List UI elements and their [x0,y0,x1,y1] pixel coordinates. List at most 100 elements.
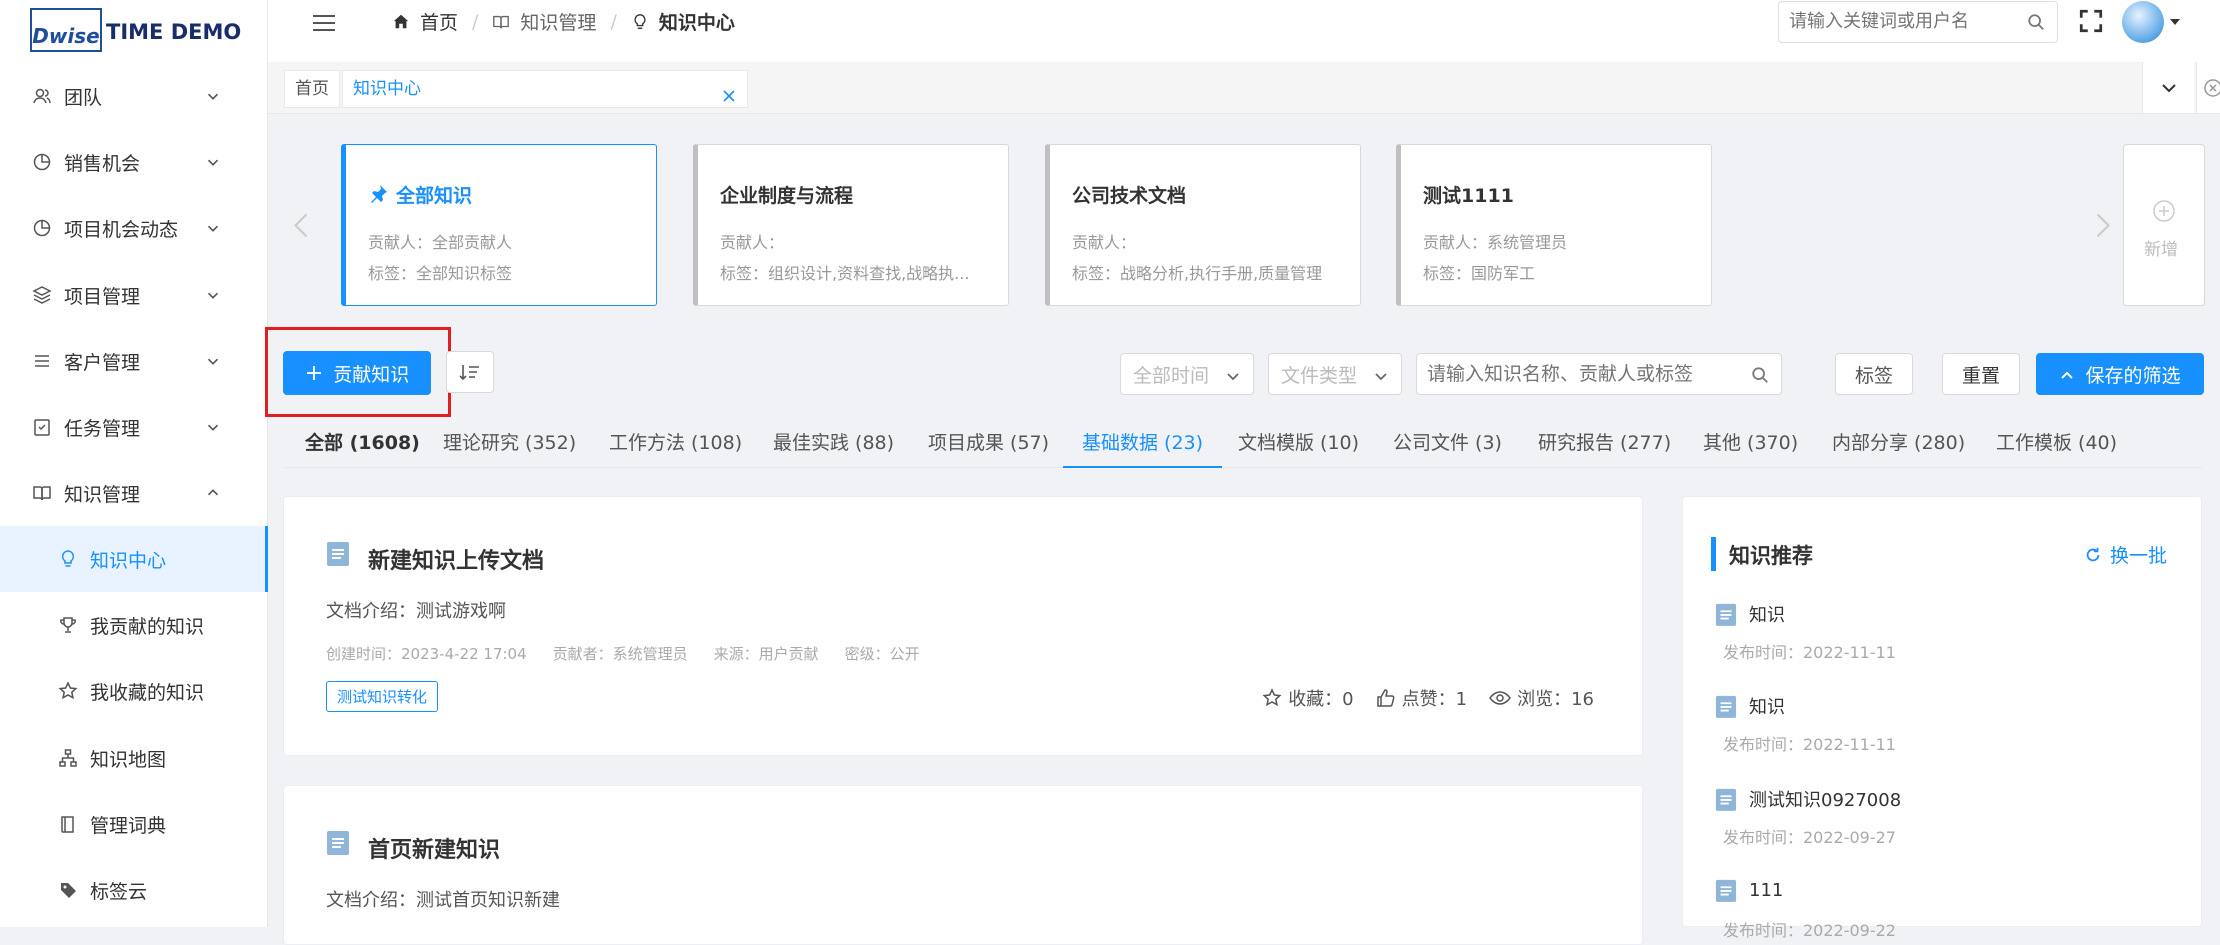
chevron-down-icon [204,87,222,105]
sidebar-item-label: 我收藏的知识 [90,681,205,704]
tab-home[interactable]: 首页 [284,70,340,108]
recommend-date: 发布时间：2022-11-11 [1723,643,1896,662]
time-filter-select[interactable]: 全部时间 [1120,353,1254,395]
knowledge-search[interactable] [1416,353,1782,395]
file-type-select[interactable]: 文件类型 [1268,353,1402,395]
sidebar-item-project-opportunity[interactable]: 项目机会动态 [0,195,268,261]
sidebar-item-knowledge[interactable]: 知识管理 [0,460,268,526]
card-contributor: 贡献人： [1072,233,1137,252]
reset-button[interactable]: 重置 [1942,353,2020,395]
carousel-prev-icon[interactable] [290,210,312,238]
sidebar-item-team[interactable]: 团队 [0,63,268,129]
global-search-input[interactable] [1789,2,2009,40]
card-title: 全部知识 [396,185,473,207]
team-icon [32,86,52,106]
knowledge-item[interactable]: 首页新建知识 文档介绍：测试首页知识新建 [283,785,1643,945]
doc-title[interactable]: 新建知识上传文档 [368,543,544,575]
sidebar-item-customer[interactable]: 客户管理 [0,328,268,394]
knowledge-search-input[interactable] [1427,355,1747,393]
saved-filters-button[interactable]: 保存的筛选 [2036,353,2204,395]
sidebar-item-project-management[interactable]: 项目管理 [0,262,268,328]
sidebar-item-knowledge-map[interactable]: 知识地图 [0,725,268,791]
sidebar-item-label: 知识管理 [64,483,141,506]
add-card-label: 新增 [2144,240,2178,260]
document-icon [326,541,350,567]
sidebar-item-tag-cloud[interactable]: 标签云 [0,857,268,923]
search-icon[interactable] [2027,13,2045,31]
like-icon[interactable] [1376,688,1396,708]
book-icon [492,13,510,31]
global-search[interactable] [1778,1,2058,43]
doc-contributor: 贡献者：系统管理员 [552,645,688,663]
recommend-title-text: 测试知识0927008 [1749,790,1902,811]
menu-toggle-icon[interactable] [310,9,338,37]
tab-results[interactable]: 项目成果 (57) [928,418,1049,468]
layers-icon [32,285,52,305]
tabs-close-all[interactable] [2196,62,2220,113]
knowledge-item[interactable]: 新建知识上传文档 文档介绍：测试游戏啊 创建时间：2023-4-22 17:04… [283,496,1643,756]
sidebar-item-label: 管理词典 [90,814,167,837]
chevron-up-icon [204,484,222,502]
doc-tag[interactable]: 测试知识转化 [326,681,439,712]
sidebar-item-label: 知识地图 [90,748,167,771]
sidebar-item-task[interactable]: 任务管理 [0,394,268,460]
tab-best-practice[interactable]: 最佳实践 (88) [773,418,894,468]
sidebar-item-sales[interactable]: 销售机会 [0,129,268,195]
knowledge-recommend-panel: 知识推荐 换一批 知识 发布时间：2022-11-11 知识 发布时间：2022… [1682,496,2202,940]
sidebar-item-label: 项目管理 [64,285,141,308]
contribute-label: 贡献知识 [333,363,410,386]
tab-basic-data[interactable]: 基础数据 (23) [1063,418,1223,468]
card-tags: 标签：国防军工 [1423,264,1536,283]
tab-method[interactable]: 工作方法 (108) [609,418,742,468]
sidebar-item-knowledge-center[interactable]: 知识中心 [0,526,268,592]
recommend-date: 发布时间：2022-09-27 [1723,828,1896,847]
tab-other[interactable]: 其他 (370) [1703,418,1798,468]
refresh-button[interactable]: 换一批 [2084,541,2167,568]
category-card[interactable]: 公司技术文档 贡献人： 标签：战略分析,执行手册,质量管理 [1045,144,1361,306]
star-icon[interactable] [1262,688,1282,708]
chevron-down-icon [1373,367,1389,383]
chevron-down-icon [2159,78,2179,98]
sort-icon [459,362,481,382]
tab-knowledge-center[interactable]: 知识中心 [342,70,748,108]
tab-all[interactable]: 全部 (1608) [305,418,420,468]
category-card[interactable]: 企业制度与流程 贡献人： 标签：组织设计,资料查找,战略执... [693,144,1009,306]
doc-title[interactable]: 首页新建知识 [368,832,500,864]
sidebar-item-my-contributions[interactable]: 我贡献的知识 [0,592,268,658]
sort-button[interactable] [446,351,494,393]
tab-doc-templates[interactable]: 文档模版 (10) [1238,418,1359,468]
pie-chart-icon [32,152,52,172]
sidebar-item-label: 我贡献的知识 [90,615,205,638]
card-tags: 标签：战略分析,执行手册,质量管理 [1072,264,1323,283]
category-card[interactable]: 全部知识 贡献人：全部贡献人 标签：全部知识标签 [341,144,657,306]
card-tags: 标签：组织设计,资料查找,战略执... [720,264,970,283]
carousel-next-icon[interactable] [2092,210,2114,238]
add-category-card[interactable]: 新增 [2123,144,2205,306]
breadcrumb-knowledge-management[interactable]: 知识管理 [520,8,596,35]
search-icon[interactable] [1751,366,1769,384]
sidebar-item-my-favorites[interactable]: 我收藏的知识 [0,658,268,724]
tab-research-reports[interactable]: 研究报告 (277) [1538,418,1671,468]
fullscreen-icon[interactable] [2078,8,2104,34]
breadcrumb-home[interactable]: 首页 [420,8,458,35]
caret-down-icon[interactable] [2168,14,2182,28]
tabs-dropdown[interactable] [2142,62,2194,113]
sidebar-item-dictionary[interactable]: 管理词典 [0,791,268,857]
recommend-title: 知识推荐 [1729,544,1813,568]
tab-company-files[interactable]: 公司文件 (3) [1393,418,1502,468]
sidebar-item-label: 团队 [64,86,103,109]
tab-internal-share[interactable]: 内部分享 (280) [1832,418,1965,468]
tab-work-templates[interactable]: 工作模板 (40) [1996,418,2117,468]
tab-theory[interactable]: 理论研究 (352) [443,418,576,468]
category-card[interactable]: 测试1111 贡献人：系统管理员 标签：国防军工 [1396,144,1712,306]
sidebar-item-label: 标签云 [90,880,148,903]
tag-button[interactable]: 标签 [1835,353,1913,395]
recommend-date: 发布时间：2022-11-11 [1723,735,1896,754]
breadcrumb: 首页 / 知识管理 / 知识中心 [392,8,735,35]
doc-source: 来源：用户贡献 [713,645,819,663]
book-icon [32,483,52,503]
sitemap-icon [58,748,78,768]
close-icon[interactable] [721,81,737,102]
contribute-knowledge-button[interactable]: + 贡献知识 [283,351,431,395]
avatar[interactable] [2122,1,2164,43]
